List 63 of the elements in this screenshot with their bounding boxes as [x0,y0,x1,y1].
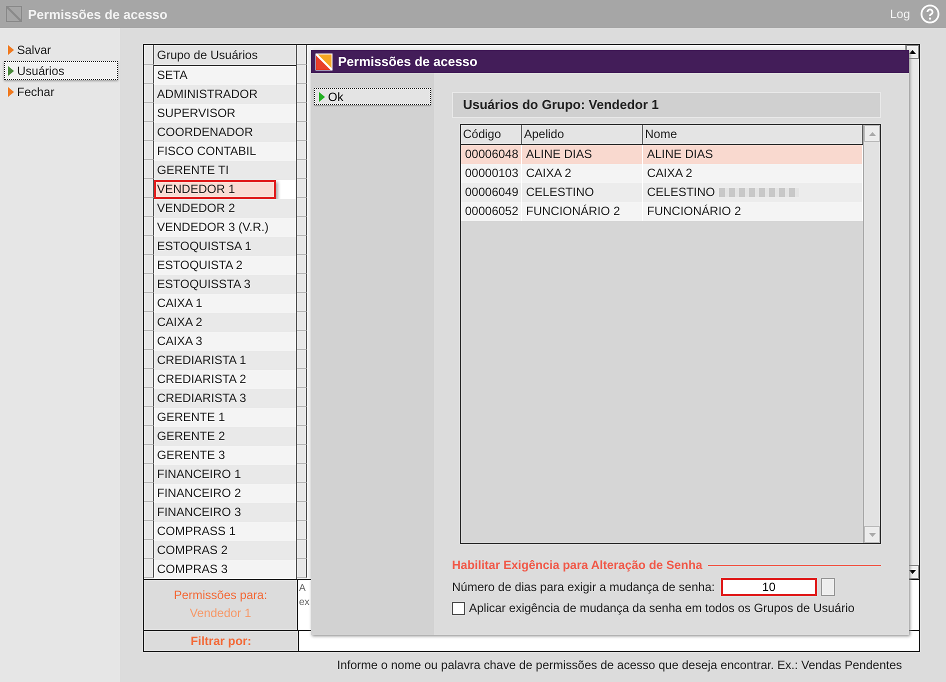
group-row[interactable]: GERENTE TI [154,161,296,180]
table-cell-text: CELESTINO [526,184,594,201]
group-row[interactable]: COMPRAS 2 [154,541,296,560]
group-row[interactable]: ESTOQUISTA 2 [154,256,296,275]
group-row[interactable]: VENDEDOR 1 [154,180,276,199]
column-header[interactable]: Apelido [522,125,643,144]
group-row[interactable]: COMPRAS 3 [154,560,296,579]
table-cell-text: FUNCIONÁRIO 2 [647,203,742,220]
table-row[interactable]: 00006048 ALINE DIAS ALINE DIAS [461,145,863,164]
table-cell-text: 00006048 [465,146,518,163]
group-row[interactable]: FINANCEIRO 3 [154,503,296,522]
group-row[interactable]: CREDIARISTA 1 [154,351,296,370]
group-row[interactable]: COORDENADOR [154,123,296,142]
table-cell-text: CAIXA 2 [526,165,572,182]
group-row[interactable]: CAIXA 1 [154,294,296,313]
table-cell-text: ALINE DIAS [526,146,592,163]
group-row[interactable]: VENDEDOR 3 (V.R.) [154,218,296,237]
filter-label: Filtrar por: [144,631,299,651]
days-label: Número de dias para exigir a mudança de senha: [452,580,715,594]
ok-button[interactable]: Ok [314,88,431,105]
days-field[interactable]: 10 [720,578,817,596]
description-text: A [299,583,306,594]
group-row[interactable]: FINANCEIRO 2 [154,484,296,503]
sidebar-item[interactable]: Salvar [4,40,118,59]
group-row[interactable]: SUPERVISOR [154,104,296,123]
table-cell-text: CELESTINO [647,184,716,201]
group-row[interactable]: GERENTE 3 [154,446,296,465]
column-header[interactable]: Código [461,125,522,144]
table-row[interactable]: 00006049 CELESTINO CELESTINO [461,183,863,202]
group-row[interactable]: FINANCEIRO 1 [154,465,296,484]
hint-text: Informe o nome ou palavra chave de permissões de acesso que deseja encontrar. Ex.: Vendas Pendentes [336,658,904,672]
sidebar-item[interactable]: Fechar [4,82,118,101]
group-row[interactable]: GERENTE 1 [154,408,296,427]
table-cell-text: ALINE DIAS [647,146,714,163]
group-row[interactable]: CREDIARISTA 2 [154,370,296,389]
group-row[interactable]: VENDEDOR 2 [154,199,296,218]
group-row[interactable]: CAIXA 2 [154,313,296,332]
group-row[interactable]: SETA [154,66,296,85]
dialog-title: Permissões de acesso [338,54,478,69]
section-title: Usuários do Grupo: Vendedor 1 [452,92,881,118]
checkbox-label[interactable]: Aplicar exigência de mudança da senha em todos os Grupos de Usuário [469,601,855,615]
sidebar-item[interactable]: Usuários [4,61,118,80]
description-text: ex [299,597,310,608]
table-row[interactable]: 00000103 CAIXA 2 CAIXA 2 [461,164,863,183]
group-row[interactable]: CREDIARISTA 3 [154,389,296,408]
group-row[interactable]: FISCO CONTABIL [154,142,296,161]
table-cell-text: FUNCIONÁRIO 2 [526,203,620,220]
section-heading: Habilitar Exigência para Alteração de Senha [452,558,702,572]
permissions-label: Permissões para: [172,588,268,602]
group-row[interactable]: ESTOQUISTSA 1 [154,237,296,256]
window-title: Permissões de acesso [28,6,168,22]
table-row[interactable]: 00006052 FUNCIONÁRIO 2 FUNCIONÁRIO 2 [461,202,863,221]
table-cell-text: 00000103 [465,165,518,182]
table-cell-text: 00006052 [465,203,518,220]
group-row[interactable]: CAIXA 3 [154,332,296,351]
group-row[interactable]: ESTOQUISSTA 3 [154,275,296,294]
column-header[interactable]: Grupo de Usuários [154,45,296,66]
table-cell-text: CAIXA 2 [647,165,692,182]
group-row[interactable]: GERENTE 2 [154,427,296,446]
group-row[interactable]: ADMINISTRADOR [154,85,296,104]
table-cell-text: 00006049 [465,184,518,201]
group-row[interactable]: COMPRASS 1 [154,522,296,541]
permissions-group: Vendedor 1 [144,606,297,620]
